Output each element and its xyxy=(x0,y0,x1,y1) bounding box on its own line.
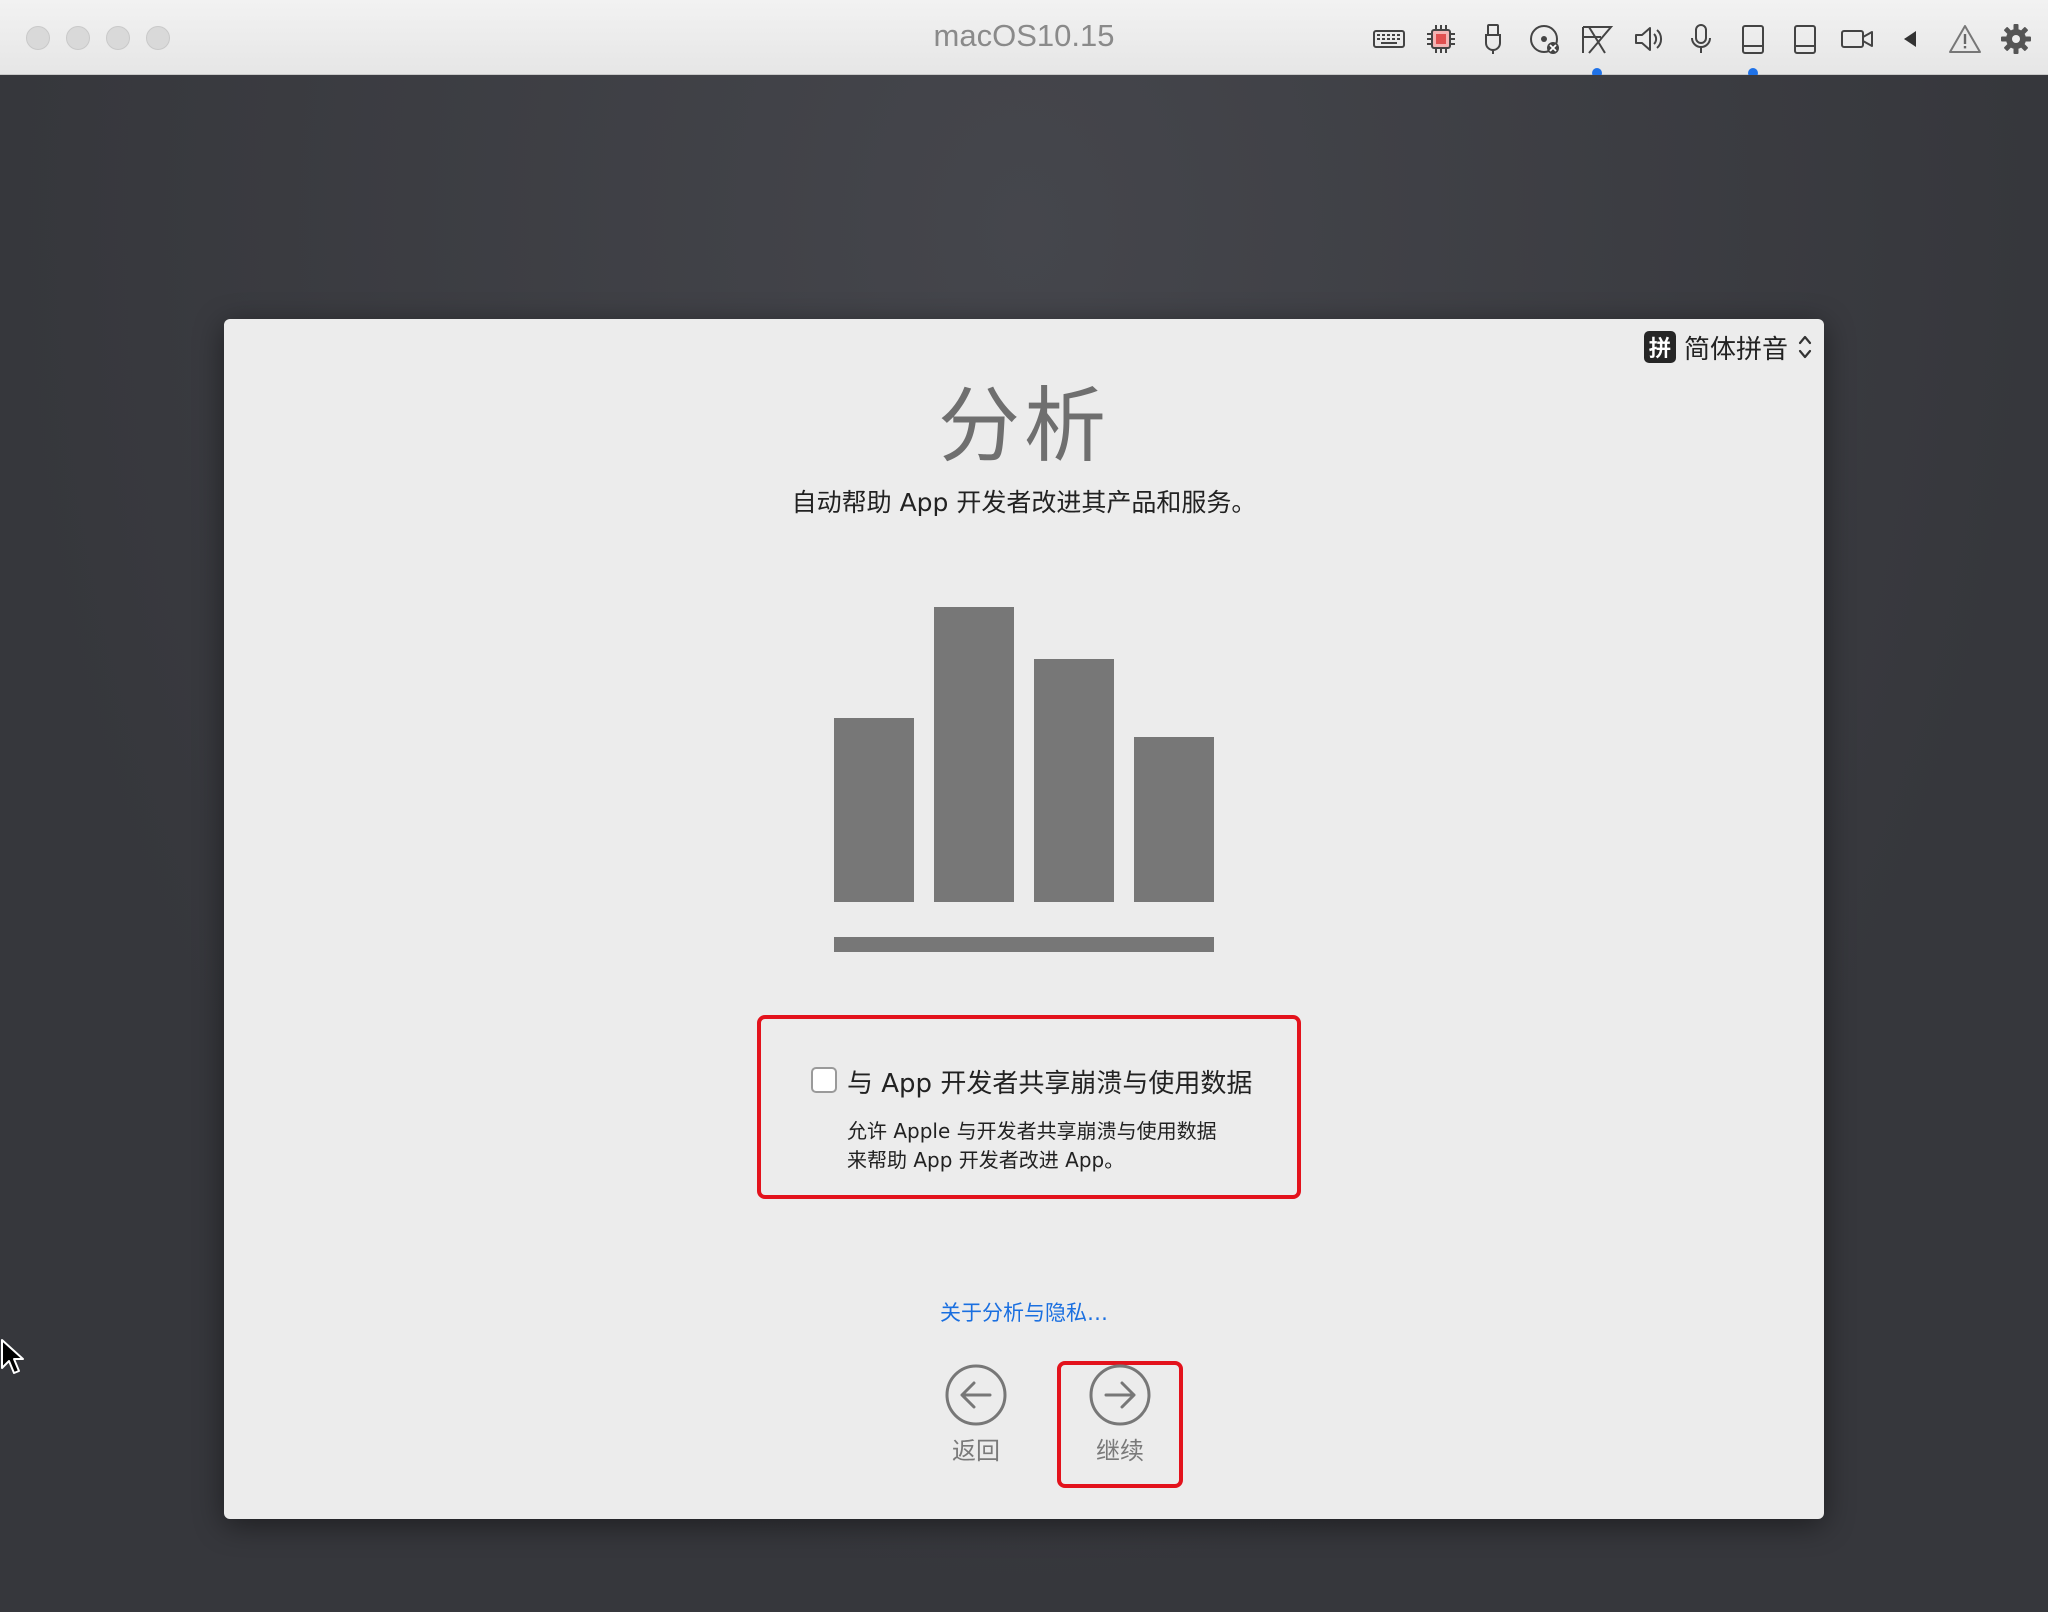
arrow-right-circle-icon xyxy=(1089,1364,1151,1426)
drive-alt-icon[interactable] xyxy=(1788,22,1822,56)
analytics-setup-panel: 拼 简体拼音 分析 自动帮助 App 开发者改进其产品和服务。 与 App 开发… xyxy=(224,319,1824,1519)
gear-icon[interactable] xyxy=(1999,22,2033,56)
cpu-icon[interactable] xyxy=(1424,22,1458,56)
share-data-checkbox[interactable] xyxy=(811,1067,837,1093)
chevron-updown-icon xyxy=(1798,335,1812,359)
vm-window-titlebar: macOS10.15 xyxy=(0,0,2048,78)
share-data-label[interactable]: 与 App 开发者共享崩溃与使用数据 xyxy=(847,1063,1252,1100)
drive-icon[interactable] xyxy=(1736,22,1770,56)
page-subtitle: 自动帮助 App 开发者改进其产品和服务。 xyxy=(791,488,1257,517)
mouse-pointer-icon xyxy=(1,1339,24,1374)
arrow-left-circle-icon xyxy=(945,1364,1007,1426)
continue-button-label: 继续 xyxy=(1096,1437,1144,1465)
speaker-icon[interactable] xyxy=(1632,22,1666,56)
continue-button[interactable]: 继续 xyxy=(1070,1363,1170,1466)
back-triangle-icon[interactable] xyxy=(1892,22,1926,56)
usb-icon[interactable] xyxy=(1476,22,1510,56)
analytics-bar-chart-icon xyxy=(834,607,1214,952)
vm-screen: 拼 简体拼音 分析 自动帮助 App 开发者改进其产品和服务。 与 App 开发… xyxy=(0,75,2048,1612)
camera-icon[interactable] xyxy=(1840,22,1874,56)
cd-icon[interactable] xyxy=(1528,22,1562,56)
share-data-description: 允许 Apple 与开发者共享崩溃与使用数据 来帮助 App 开发者改进 App… xyxy=(847,1117,1217,1175)
keyboard-icon[interactable] xyxy=(1372,22,1406,56)
network-icon[interactable] xyxy=(1580,22,1614,56)
page-title: 分析 xyxy=(937,379,1110,474)
about-analytics-privacy-link[interactable]: 关于分析与隐私… xyxy=(940,1301,1108,1325)
back-button-label: 返回 xyxy=(952,1437,1000,1465)
share-data-description-line-1: 允许 Apple 与开发者共享崩溃与使用数据 xyxy=(847,1119,1217,1143)
back-button[interactable]: 返回 xyxy=(926,1363,1026,1466)
microphone-icon[interactable] xyxy=(1684,22,1718,56)
warning-icon[interactable] xyxy=(1948,22,1982,56)
share-data-description-line-2: 来帮助 App 开发者改进 App。 xyxy=(847,1148,1125,1172)
share-data-highlight-box: 与 App 开发者共享崩溃与使用数据 允许 Apple 与开发者共享崩溃与使用数… xyxy=(757,1015,1301,1199)
